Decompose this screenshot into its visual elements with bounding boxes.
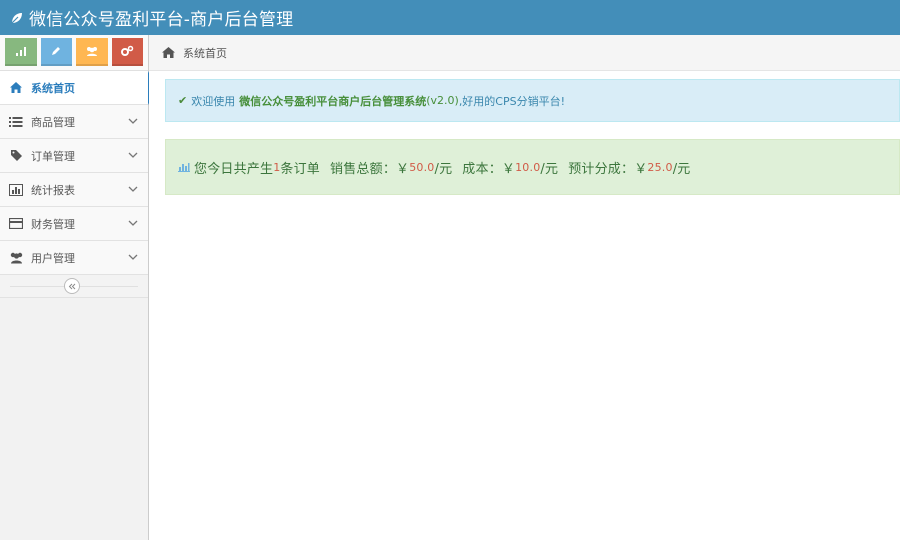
bar-chart-icon <box>178 162 190 172</box>
chevron-down-icon <box>126 183 140 197</box>
sales-label: 销售总额：￥ <box>330 161 410 177</box>
shortcut-edit-button[interactable] <box>40 38 72 66</box>
share-unit: /元 <box>672 161 691 177</box>
bar-chart-icon <box>8 182 24 198</box>
sales-value: 50.0 <box>409 160 435 174</box>
order-unit: 条订单 <box>280 161 321 177</box>
shortcut-stats-button[interactable] <box>5 38 37 66</box>
sidebar-item-label: 订单管理 <box>31 149 75 163</box>
today-stats-alert: 您今日共产生 1 条订单 销售总额：￥ 50.0 /元 成本：￥ 10.0 /元… <box>165 139 900 195</box>
cost-value: 10.0 <box>515 160 541 174</box>
credit-card-icon <box>8 216 24 232</box>
list-icon <box>8 114 24 130</box>
shortcut-settings-button[interactable] <box>111 38 143 66</box>
welcome-prefix: 欢迎使用 <box>191 94 236 108</box>
breadcrumb-home-link[interactable]: 系统首页 <box>183 45 227 61</box>
chevron-down-icon <box>126 115 140 129</box>
tag-icon <box>8 148 24 164</box>
sidebar-nav: 系统首页 商品管理 订单管理 统计报表 财务管理 用户管理 <box>0 71 156 275</box>
sidebar: 系统首页 商品管理 订单管理 统计报表 财务管理 用户管理 <box>0 35 156 540</box>
welcome-suffix: ,好用的CPS分销平台! <box>458 94 566 108</box>
chevron-down-icon <box>126 251 140 265</box>
sidebar-item-label: 财务管理 <box>31 217 75 231</box>
sidebar-item-products[interactable]: 商品管理 <box>0 105 148 139</box>
system-version: (v2.0) <box>426 94 459 107</box>
stats-intro: 您今日共产生 <box>194 161 274 177</box>
double-angle-left-icon <box>68 279 76 293</box>
system-name: 微信公众号盈利平台商户后台管理系统 <box>239 94 427 108</box>
welcome-alert: ✔ 欢迎使用 微信公众号盈利平台商户后台管理系统 (v2.0) ,好用的CPS分… <box>165 79 900 122</box>
home-icon <box>8 80 24 96</box>
sidebar-item-label: 商品管理 <box>31 115 75 129</box>
sidebar-item-orders[interactable]: 订单管理 <box>0 139 148 173</box>
pencil-icon <box>50 45 62 60</box>
users-icon <box>8 250 24 266</box>
sidebar-item-finance[interactable]: 财务管理 <box>0 207 148 241</box>
sidebar-item-users[interactable]: 用户管理 <box>0 241 148 275</box>
sidebar-collapse-button[interactable] <box>64 278 80 294</box>
shortcut-users-button[interactable] <box>76 38 108 66</box>
breadcrumb: 系统首页 <box>149 35 900 71</box>
check-icon: ✔ <box>178 94 188 107</box>
sidebar-collapse <box>0 275 148 298</box>
cost-unit: /元 <box>540 161 559 177</box>
cogs-icon <box>120 45 134 60</box>
share-label: 预计分成：￥ <box>568 161 648 177</box>
leaf-icon <box>10 11 24 25</box>
share-value: 25.0 <box>647 160 673 174</box>
main-content: 系统首页 ✔ 欢迎使用 微信公众号盈利平台商户后台管理系统 (v2.0) ,好用… <box>149 35 900 540</box>
sidebar-item-home[interactable]: 系统首页 <box>0 71 156 105</box>
sidebar-item-label: 系统首页 <box>31 81 75 95</box>
home-icon <box>161 46 176 60</box>
sidebar-item-reports[interactable]: 统计报表 <box>0 173 148 207</box>
sales-unit: /元 <box>434 161 453 177</box>
chevron-down-icon <box>126 149 140 163</box>
sidebar-shortcuts <box>0 35 148 71</box>
top-navbar: 微信公众号盈利平台-商户后台管理 <box>0 0 900 35</box>
sidebar-item-label: 用户管理 <box>31 251 75 265</box>
order-count: 1 <box>273 160 281 174</box>
users-icon <box>85 45 99 60</box>
signal-icon <box>15 45 27 59</box>
app-title: 微信公众号盈利平台-商户后台管理 <box>29 10 294 30</box>
sidebar-item-label: 统计报表 <box>31 183 75 197</box>
chevron-down-icon <box>126 217 140 231</box>
cost-label: 成本：￥ <box>462 161 516 177</box>
brand[interactable]: 微信公众号盈利平台-商户后台管理 <box>10 5 293 30</box>
